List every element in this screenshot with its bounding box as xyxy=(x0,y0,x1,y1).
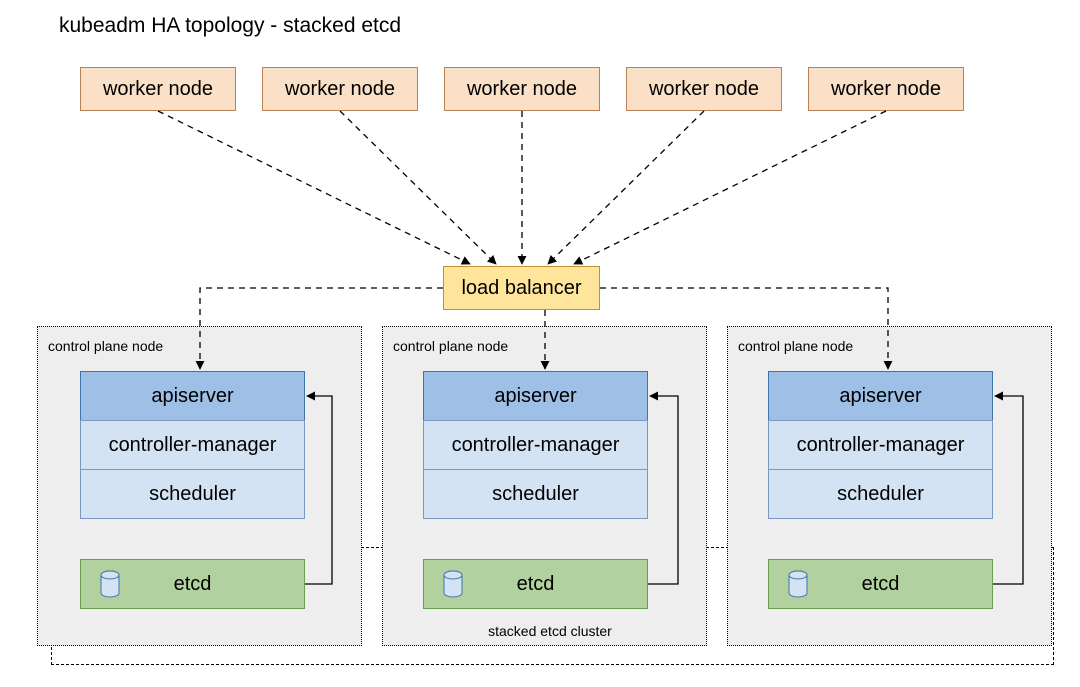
cp2-etcd: etcd xyxy=(423,559,648,609)
cp2-controller-manager: controller-manager xyxy=(423,420,648,470)
control-plane-label-3: control plane node xyxy=(738,338,853,354)
worker-node-1: worker node xyxy=(80,67,236,111)
cp2-scheduler: scheduler xyxy=(423,469,648,519)
cp3-apiserver: apiserver xyxy=(768,371,993,421)
worker-label: worker node xyxy=(103,78,213,100)
control-plane-label-1: control plane node xyxy=(48,338,163,354)
apiserver-label: apiserver xyxy=(494,385,576,408)
diagram-title: kubeadm HA topology - stacked etcd xyxy=(59,14,401,38)
control-plane-label-2: control plane node xyxy=(393,338,508,354)
load-balancer-label: load balancer xyxy=(461,277,581,299)
worker-node-4: worker node xyxy=(626,67,782,111)
worker-label: worker node xyxy=(649,78,759,100)
cp1-scheduler: scheduler xyxy=(80,469,305,519)
worker-node-5: worker node xyxy=(808,67,964,111)
etcd-cluster-label: stacked etcd cluster xyxy=(470,623,630,639)
etcd-label: etcd xyxy=(517,573,555,596)
scheduler-label: scheduler xyxy=(149,483,236,506)
worker-node-2: worker node xyxy=(262,67,418,111)
cp1-apiserver: apiserver xyxy=(80,371,305,421)
apiserver-label: apiserver xyxy=(839,385,921,408)
controller-manager-label: controller-manager xyxy=(109,434,277,457)
etcd-label: etcd xyxy=(862,573,900,596)
worker-label: worker node xyxy=(831,78,941,100)
worker-node-3: worker node xyxy=(444,67,600,111)
apiserver-label: apiserver xyxy=(151,385,233,408)
scheduler-label: scheduler xyxy=(837,483,924,506)
cp1-etcd: etcd xyxy=(80,559,305,609)
cp1-controller-manager: controller-manager xyxy=(80,420,305,470)
controller-manager-label: controller-manager xyxy=(797,434,965,457)
scheduler-label: scheduler xyxy=(492,483,579,506)
load-balancer: load balancer xyxy=(443,266,600,310)
cp3-etcd: etcd xyxy=(768,559,993,609)
controller-manager-label: controller-manager xyxy=(452,434,620,457)
etcd-label: etcd xyxy=(174,573,212,596)
cp3-controller-manager: controller-manager xyxy=(768,420,993,470)
cp3-scheduler: scheduler xyxy=(768,469,993,519)
worker-label: worker node xyxy=(285,78,395,100)
worker-label: worker node xyxy=(467,78,577,100)
cp2-apiserver: apiserver xyxy=(423,371,648,421)
